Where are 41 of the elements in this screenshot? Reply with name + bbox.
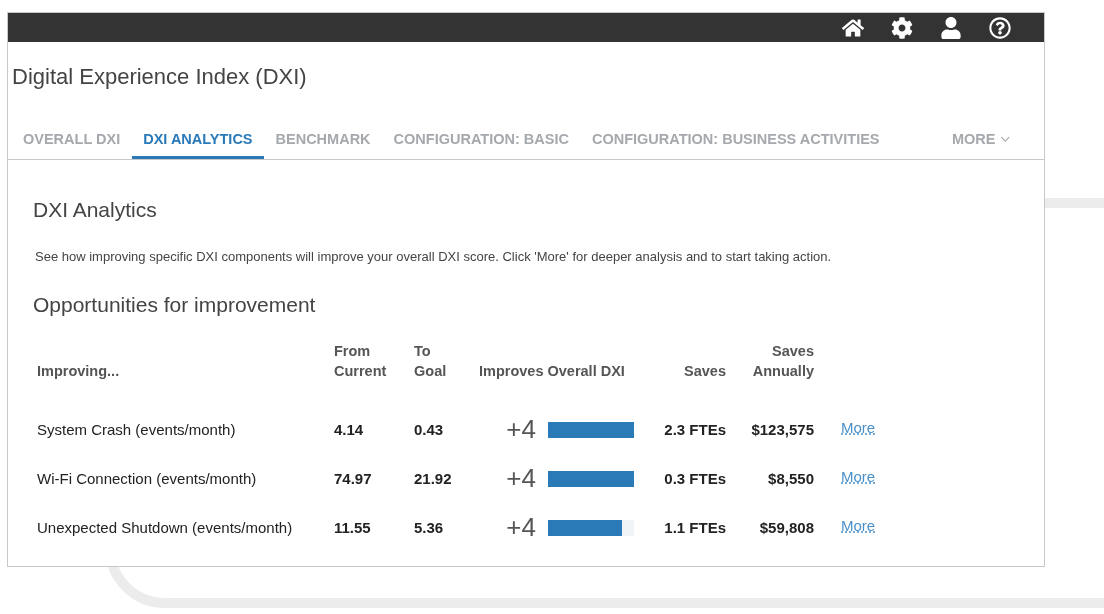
table-cell-text: 11.55: [334, 518, 372, 538]
table-cell-text: +4: [505, 462, 537, 495]
column-header: Saves Annually: [751, 342, 814, 381]
table-cell-text: 2.3 FTEs: [663, 420, 726, 440]
column-header: From Current: [334, 342, 388, 381]
help-icon[interactable]: [989, 16, 1011, 39]
tab[interactable]: CONFIGURATION: BUSINESS ACTIVITIES: [580, 131, 891, 159]
table-cell-text: 5.36: [414, 518, 445, 538]
page-title: Digital Experience Index (DXI): [12, 64, 308, 91]
column-header: Saves: [683, 362, 726, 381]
tab[interactable]: CONFIGURATION: BASIC: [382, 131, 580, 159]
more-menu[interactable]: MORE: [952, 131, 1012, 159]
more-link[interactable]: More: [814, 501, 894, 550]
table-cell-text: +4: [505, 413, 537, 446]
home-icon[interactable]: [842, 16, 864, 39]
table-cell-text: 0.43: [414, 420, 445, 440]
tab[interactable]: OVERALL DXI: [12, 131, 132, 159]
table-cell-text: $123,575: [750, 420, 814, 440]
table-cell-text: 21.92: [414, 469, 453, 489]
table-cell-text: 4.14: [334, 420, 365, 440]
table-cell-text: 0.3 FTEs: [663, 469, 726, 489]
more-link[interactable]: More: [814, 452, 894, 501]
settings-icon[interactable]: [891, 16, 913, 39]
table-cell-text: $59,808: [758, 518, 814, 538]
column-header: Improves Overall DXI: [479, 362, 626, 381]
table-cell-text: System Crash (events/month): [37, 420, 237, 440]
tab[interactable]: DXI ANALYTICS: [132, 131, 264, 159]
table-cell-text: +4: [505, 511, 537, 544]
table-cell-text: Unexpected Shutdown (events/month): [37, 518, 294, 538]
user-icon[interactable]: [940, 16, 962, 39]
subsection-title: Opportunities for improvement: [33, 293, 317, 317]
table-cell-text: Wi-Fi Connection (events/month): [37, 469, 258, 489]
tab[interactable]: BENCHMARK: [264, 131, 382, 159]
column-header: Improving...: [37, 362, 121, 381]
section-description: See how improving specific DXI components will improve your overall DXI score. Click 'More' for deeper analysis and to start taking action.: [35, 249, 833, 264]
more-link[interactable]: More: [814, 403, 894, 452]
column-header: To Goal: [414, 342, 448, 381]
section-title: DXI Analytics: [33, 198, 158, 222]
table-cell-text: $8,550: [767, 469, 814, 489]
table-cell-text: 74.97: [334, 469, 373, 489]
table-cell-text: 1.1 FTEs: [663, 518, 726, 538]
